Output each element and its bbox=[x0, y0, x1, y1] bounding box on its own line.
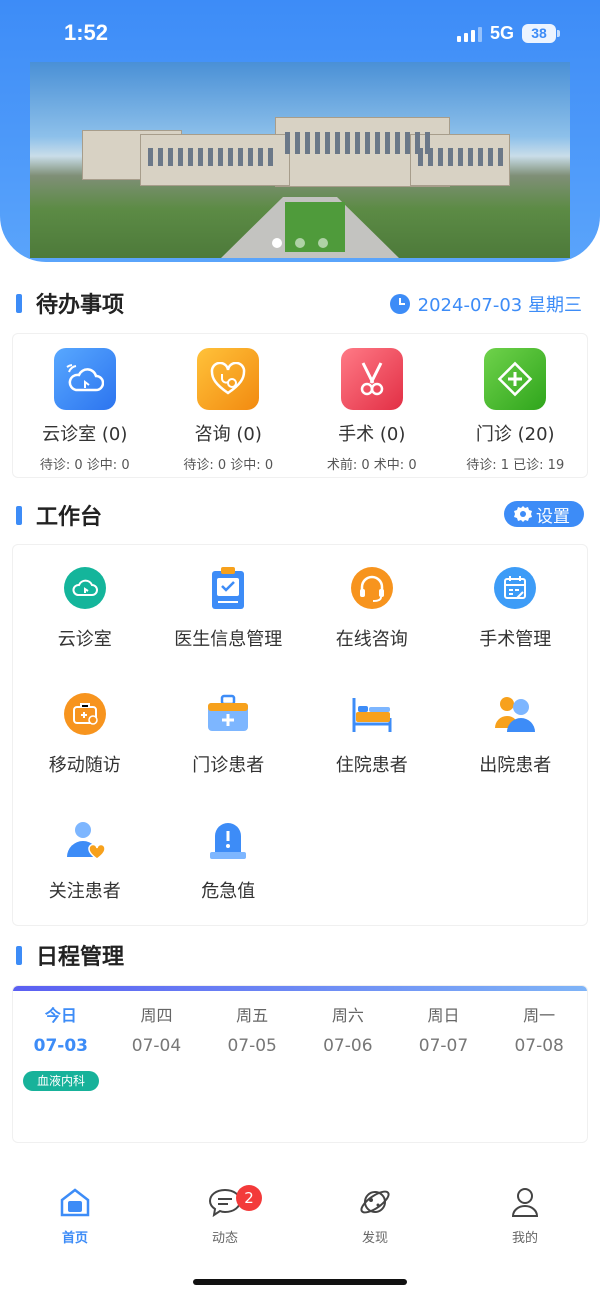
headset-icon bbox=[349, 565, 395, 611]
home-icon bbox=[58, 1185, 92, 1219]
calendar-icon bbox=[492, 565, 538, 611]
banner-dot[interactable] bbox=[272, 238, 282, 248]
todo-item-sub: 待诊: 1 已诊: 19 bbox=[466, 458, 565, 473]
schedule-day[interactable]: 周一 07-08 bbox=[491, 1002, 587, 1056]
schedule-day[interactable]: 周五 07-05 bbox=[204, 1002, 300, 1056]
schedule-day[interactable]: 周四 07-04 bbox=[109, 1002, 205, 1056]
status-bar: 1:52 5G 38 bbox=[0, 20, 600, 50]
workbench-item-label: 门诊患者 bbox=[192, 755, 265, 776]
home-indicator bbox=[193, 1279, 407, 1285]
tab-discover[interactable]: 发现 bbox=[300, 1185, 450, 1255]
department-tag[interactable]: 血液内科 bbox=[23, 1071, 100, 1091]
bottom-tab-bar: 首页 2 动态 发现 我的 bbox=[0, 1185, 600, 1255]
workbench-item-label: 移动随访 bbox=[48, 755, 121, 776]
patient-heart-icon bbox=[62, 817, 108, 863]
workbench-card: 云诊室 医生信息管理 在线咨询 手术管理 移动随访 门诊患者 住院患者 出院患者… bbox=[12, 544, 588, 926]
hospital-banner-image[interactable] bbox=[30, 62, 570, 258]
battery-level: 38 bbox=[522, 24, 556, 43]
workbench-item-label: 关注患者 bbox=[48, 881, 121, 902]
surgery-scissors-icon bbox=[340, 348, 403, 410]
schedule-card: 今日 07-03 周四 07-04 周五 07-05 周六 07-06 周日 0… bbox=[12, 985, 588, 1143]
user-icon bbox=[508, 1185, 542, 1219]
workbench-item-mobile-followup[interactable]: 移动随访 bbox=[13, 691, 157, 777]
outpatient-cross-icon bbox=[484, 348, 547, 410]
schedule-day-today[interactable]: 今日 07-03 bbox=[13, 1002, 109, 1056]
consult-heart-icon bbox=[197, 348, 260, 410]
schedule-day[interactable]: 周六 07-06 bbox=[300, 1002, 396, 1056]
schedule-day[interactable]: 周日 07-07 bbox=[396, 1002, 492, 1056]
first-aid-kit-icon bbox=[205, 691, 251, 737]
tab-label: 首页 bbox=[61, 1231, 88, 1246]
todo-item-consult[interactable]: 咨询 (0) 待诊: 0 诊中: 0 bbox=[157, 334, 301, 477]
header-hero: 1:52 5G 38 bbox=[0, 0, 600, 262]
tab-label: 动态 bbox=[211, 1231, 238, 1246]
todo-item-name: 咨询 (0) bbox=[194, 424, 262, 445]
workbench-item-label: 手术管理 bbox=[479, 629, 552, 650]
workbench-item-surgery-management[interactable]: 手术管理 bbox=[444, 565, 588, 651]
hospital-bed-icon bbox=[349, 691, 395, 737]
todo-item-name: 手术 (0) bbox=[338, 424, 406, 445]
schedule-section-title: 日程管理 bbox=[16, 942, 124, 970]
banner-dot[interactable] bbox=[295, 238, 305, 248]
workbench-item-discharged-patients[interactable]: 出院患者 bbox=[444, 691, 588, 777]
todo-section-title: 待办事项 bbox=[16, 290, 124, 318]
settings-label: 设置 bbox=[536, 506, 570, 527]
todo-item-outpatient[interactable]: 门诊 (20) 待诊: 1 已诊: 19 bbox=[444, 334, 588, 477]
battery-icon: 38 bbox=[522, 24, 560, 43]
workbench-item-label: 出院患者 bbox=[479, 755, 552, 776]
workbench-item-critical-value[interactable]: 危急值 bbox=[157, 817, 301, 903]
todo-item-sub: 待诊: 0 诊中: 0 bbox=[183, 458, 274, 473]
tab-label: 我的 bbox=[511, 1231, 538, 1246]
workbench-item-followed-patients[interactable]: 关注患者 bbox=[13, 817, 157, 903]
workbench-item-outpatient-patients[interactable]: 门诊患者 bbox=[157, 691, 301, 777]
todo-item-name: 云诊室 (0) bbox=[42, 424, 128, 445]
todo-card: 云诊室 (0) 待诊: 0 诊中: 0 咨询 (0) 待诊: 0 诊中: 0 手… bbox=[12, 333, 588, 478]
todo-item-sub: 待诊: 0 诊中: 0 bbox=[39, 458, 130, 473]
alert-siren-icon bbox=[205, 817, 251, 863]
tab-label: 发现 bbox=[361, 1231, 388, 1246]
workbench-item-cloud-clinic[interactable]: 云诊室 bbox=[13, 565, 157, 651]
network-label: 5G bbox=[489, 23, 514, 43]
banner-pagination[interactable] bbox=[30, 238, 570, 248]
planet-icon bbox=[358, 1185, 392, 1219]
todo-item-sub: 术前: 0 术中: 0 bbox=[326, 458, 417, 473]
cloud-clinic-icon bbox=[53, 348, 116, 410]
workbench-section-title: 工作台 bbox=[16, 502, 102, 530]
gear-icon bbox=[514, 506, 532, 522]
schedule-day-tabs: 今日 07-03 周四 07-04 周五 07-05 周六 07-06 周日 0… bbox=[13, 1002, 587, 1056]
banner-dot[interactable] bbox=[318, 238, 328, 248]
workbench-item-label: 危急值 bbox=[201, 881, 256, 902]
workbench-item-label: 医生信息管理 bbox=[174, 629, 283, 650]
tab-home[interactable]: 首页 bbox=[0, 1185, 150, 1255]
workbench-item-online-consult[interactable]: 在线咨询 bbox=[300, 565, 444, 651]
today-date[interactable]: 2024-07-03 星期三 bbox=[389, 291, 582, 317]
workbench-item-inpatients[interactable]: 住院患者 bbox=[300, 691, 444, 777]
todo-item-cloud-clinic[interactable]: 云诊室 (0) 待诊: 0 诊中: 0 bbox=[13, 334, 157, 477]
tab-mine[interactable]: 我的 bbox=[450, 1185, 600, 1255]
patients-icon bbox=[492, 691, 538, 737]
tab-dynamic[interactable]: 2 动态 bbox=[150, 1185, 300, 1255]
clipboard-check-icon bbox=[205, 565, 251, 611]
workbench-item-label: 云诊室 bbox=[57, 629, 112, 650]
workbench-item-label: 在线咨询 bbox=[335, 629, 408, 650]
clock-icon bbox=[389, 294, 410, 314]
workbench-item-label: 住院患者 bbox=[335, 755, 408, 776]
todo-item-name: 门诊 (20) bbox=[475, 424, 555, 445]
status-time: 1:52 bbox=[64, 20, 109, 45]
workbench-item-doctor-info[interactable]: 医生信息管理 bbox=[157, 565, 301, 651]
medical-bag-icon bbox=[62, 691, 108, 737]
settings-button[interactable]: 设置 bbox=[504, 501, 584, 527]
cloud-clinic-icon bbox=[62, 565, 108, 611]
notification-badge: 2 bbox=[236, 1185, 262, 1211]
signal-icon bbox=[456, 26, 482, 42]
todo-item-surgery[interactable]: 手术 (0) 术前: 0 术中: 0 bbox=[300, 334, 444, 477]
